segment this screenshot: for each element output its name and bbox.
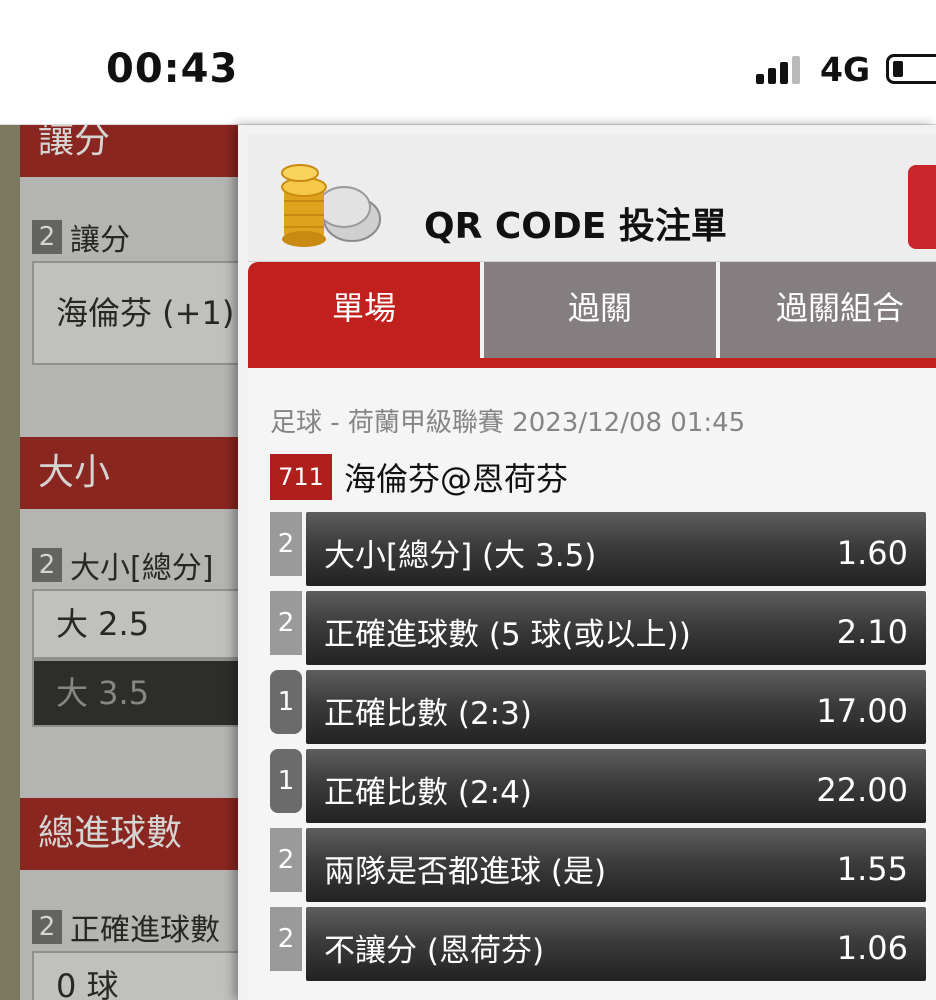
subheader-label: 正確進球數: [70, 913, 220, 948]
bet-selection-label: 正確進球數 (5 球(或以上)): [324, 617, 691, 653]
option-goals-0[interactable]: 0 球: [32, 951, 238, 1000]
subheader-label: 讓分: [70, 223, 130, 258]
section-subheader-over-under: 2 大小[總分]: [32, 543, 213, 587]
bet-row[interactable]: 2 不讓分 (恩荷芬) 1.06: [270, 907, 926, 981]
subheader-label: 大小[總分]: [70, 551, 214, 586]
bet-type-tabs: 單場 過關 過關組合: [248, 262, 936, 358]
bet-slip-content: 足球 - 荷蘭甲級聯賽 2023/12/08 01:45 711 海倫芬@恩荷芬…: [248, 368, 936, 1000]
bet-bar[interactable]: 兩隊是否都進球 (是) 1.55: [306, 828, 926, 902]
modal-header: QR CODE 投注單: [248, 135, 936, 262]
bet-odds: 2.10: [836, 613, 908, 651]
modal-title: QR CODE 投注單: [424, 206, 727, 247]
qr-bet-slip-modal: QR CODE 投注單 單場 過關 過關組合 足球 - 荷蘭甲級聯賽 2023/…: [238, 125, 936, 1000]
option-over-2-5[interactable]: 大 2.5: [32, 589, 238, 659]
match-info: 足球 - 荷蘭甲級聯賽 2023/12/08 01:45: [270, 408, 746, 438]
bet-bar[interactable]: 正確比數 (2:3) 17.00: [306, 670, 926, 744]
bet-odds: 1.55: [836, 850, 908, 888]
bet-selection-label: 大小[總分] (大 3.5): [324, 538, 597, 574]
status-time: 00:43: [106, 46, 239, 92]
signal-strength-icon: [756, 56, 806, 84]
section-header-over-under: 大小: [20, 437, 238, 509]
section-header-handicap: 讓分: [20, 125, 238, 177]
bet-bar[interactable]: 不讓分 (恩荷芬) 1.06: [306, 907, 926, 981]
section-subheader-total-goals: 2 正確進球數: [32, 905, 220, 949]
network-type: 4G: [820, 50, 871, 89]
bet-selection-label: 正確比數 (2:3): [324, 696, 532, 732]
background-betting-page: 讓分 2 讓分 海倫芬 (+1) 大小 2 大小[總分] 大 2.5 大 3.5…: [0, 125, 238, 1000]
bet-count-badge: 1: [270, 749, 302, 813]
bet-row[interactable]: 2 兩隊是否都進球 (是) 1.55: [270, 828, 926, 902]
bet-selection-label: 兩隊是否都進球 (是): [324, 854, 607, 890]
bet-selection-label: 正確比數 (2:4): [324, 775, 532, 811]
bet-bar[interactable]: 正確比數 (2:4) 22.00: [306, 749, 926, 823]
bet-bar[interactable]: 大小[總分] (大 3.5) 1.60: [306, 512, 926, 586]
option-over-3-5-selected[interactable]: 大 3.5: [32, 659, 238, 727]
bet-count-badge: 1: [270, 670, 302, 734]
bet-row[interactable]: 1 正確比數 (2:4) 22.00: [270, 749, 926, 823]
page-side-strip: [0, 125, 20, 1000]
status-bar: 00:43 4G: [0, 0, 936, 125]
bet-selection-label: 不讓分 (恩荷芬): [324, 933, 545, 969]
battery-icon: [886, 54, 936, 84]
bet-odds: 1.60: [836, 534, 908, 572]
tab-underline: [248, 358, 936, 368]
match-row: 711 海倫芬@恩荷芬: [270, 454, 568, 500]
section-subheader-handicap: 2 讓分: [32, 215, 130, 259]
bet-odds: 17.00: [816, 692, 908, 730]
count-badge: 2: [32, 910, 62, 944]
tab-single[interactable]: 單場: [248, 262, 480, 358]
bet-count-badge: 2: [270, 512, 302, 576]
option-handicap-home[interactable]: 海倫芬 (+1): [32, 261, 238, 365]
bet-row[interactable]: 2 正確進球數 (5 球(或以上)) 2.10: [270, 591, 926, 665]
tab-parlay[interactable]: 過關: [484, 262, 716, 358]
tab-parlay-combo[interactable]: 過關組合: [720, 262, 936, 358]
bet-row[interactable]: 1 正確比數 (2:3) 17.00: [270, 670, 926, 744]
bet-bar[interactable]: 正確進球數 (5 球(或以上)) 2.10: [306, 591, 926, 665]
count-badge: 2: [32, 548, 62, 582]
bet-count-badge: 2: [270, 828, 302, 892]
match-name: 海倫芬@恩荷芬: [344, 460, 569, 498]
section-header-total-goals: 總進球數: [20, 798, 238, 870]
bet-odds: 22.00: [816, 771, 908, 809]
bet-count-badge: 2: [270, 907, 302, 971]
close-button[interactable]: [908, 165, 936, 249]
count-badge: 2: [32, 220, 62, 254]
bet-odds: 1.06: [836, 929, 908, 967]
match-number-badge: 711: [270, 454, 332, 500]
bet-row[interactable]: 2 大小[總分] (大 3.5) 1.60: [270, 512, 926, 586]
bet-count-badge: 2: [270, 591, 302, 655]
coins-icon: [281, 164, 381, 247]
